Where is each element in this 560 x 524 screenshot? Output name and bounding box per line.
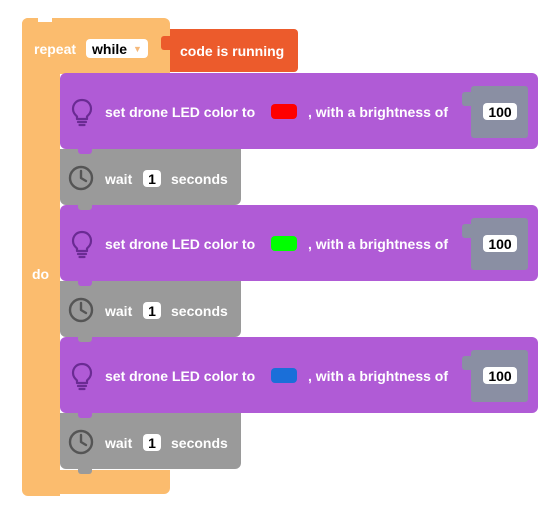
- lightbulb-icon: [71, 98, 93, 127]
- block-connector: [78, 281, 92, 286]
- repeat-mode-dropdown[interactable]: while ▼: [86, 39, 148, 58]
- wait-seconds-input[interactable]: 1: [143, 302, 161, 319]
- lightbulb-icon: [71, 362, 93, 391]
- brightness-label: , with a brightness of: [308, 236, 449, 252]
- led-block-label: set drone LED color to: [105, 368, 256, 384]
- wait-unit-label: seconds: [171, 171, 228, 187]
- block-connector: [78, 413, 92, 418]
- do-label: do: [32, 266, 50, 282]
- lightbulb-icon: [71, 230, 93, 259]
- brightness-label: , with a brightness of: [308, 368, 449, 384]
- wait-unit-label: seconds: [171, 435, 228, 451]
- block-connector: [78, 469, 92, 474]
- led-color-swatch[interactable]: [271, 104, 297, 119]
- wait-seconds-input[interactable]: 1: [143, 170, 161, 187]
- block-connector: [78, 149, 92, 154]
- repeat-label: repeat: [34, 41, 77, 57]
- condition-block[interactable]: code is running: [170, 29, 298, 72]
- led-block-label: set drone LED color to: [105, 104, 256, 120]
- block-connector: [78, 337, 92, 342]
- wait-seconds-input[interactable]: 1: [143, 434, 161, 451]
- caret-down-icon: ▼: [133, 43, 142, 54]
- led-block-label: set drone LED color to: [105, 236, 256, 252]
- clock-icon: [68, 165, 94, 191]
- brightness-label: , with a brightness of: [308, 104, 449, 120]
- block-connector: [78, 205, 92, 210]
- repeat-top-notch: [38, 18, 52, 22]
- clock-icon: [68, 297, 94, 323]
- repeat-block-footer[interactable]: [22, 470, 170, 494]
- repeat-mode-value: while: [92, 40, 128, 57]
- condition-label: code is running: [180, 42, 285, 59]
- brightness-input[interactable]: 100: [483, 103, 517, 120]
- brightness-input[interactable]: 100: [483, 367, 517, 384]
- wait-label: wait: [105, 435, 133, 451]
- led-color-swatch[interactable]: [271, 236, 297, 251]
- brightness-input[interactable]: 100: [483, 235, 517, 252]
- repeat-block[interactable]: [22, 18, 60, 496]
- clock-icon: [68, 429, 94, 455]
- wait-label: wait: [105, 303, 133, 319]
- wait-unit-label: seconds: [171, 303, 228, 319]
- led-color-swatch[interactable]: [271, 368, 297, 383]
- wait-label: wait: [105, 171, 133, 187]
